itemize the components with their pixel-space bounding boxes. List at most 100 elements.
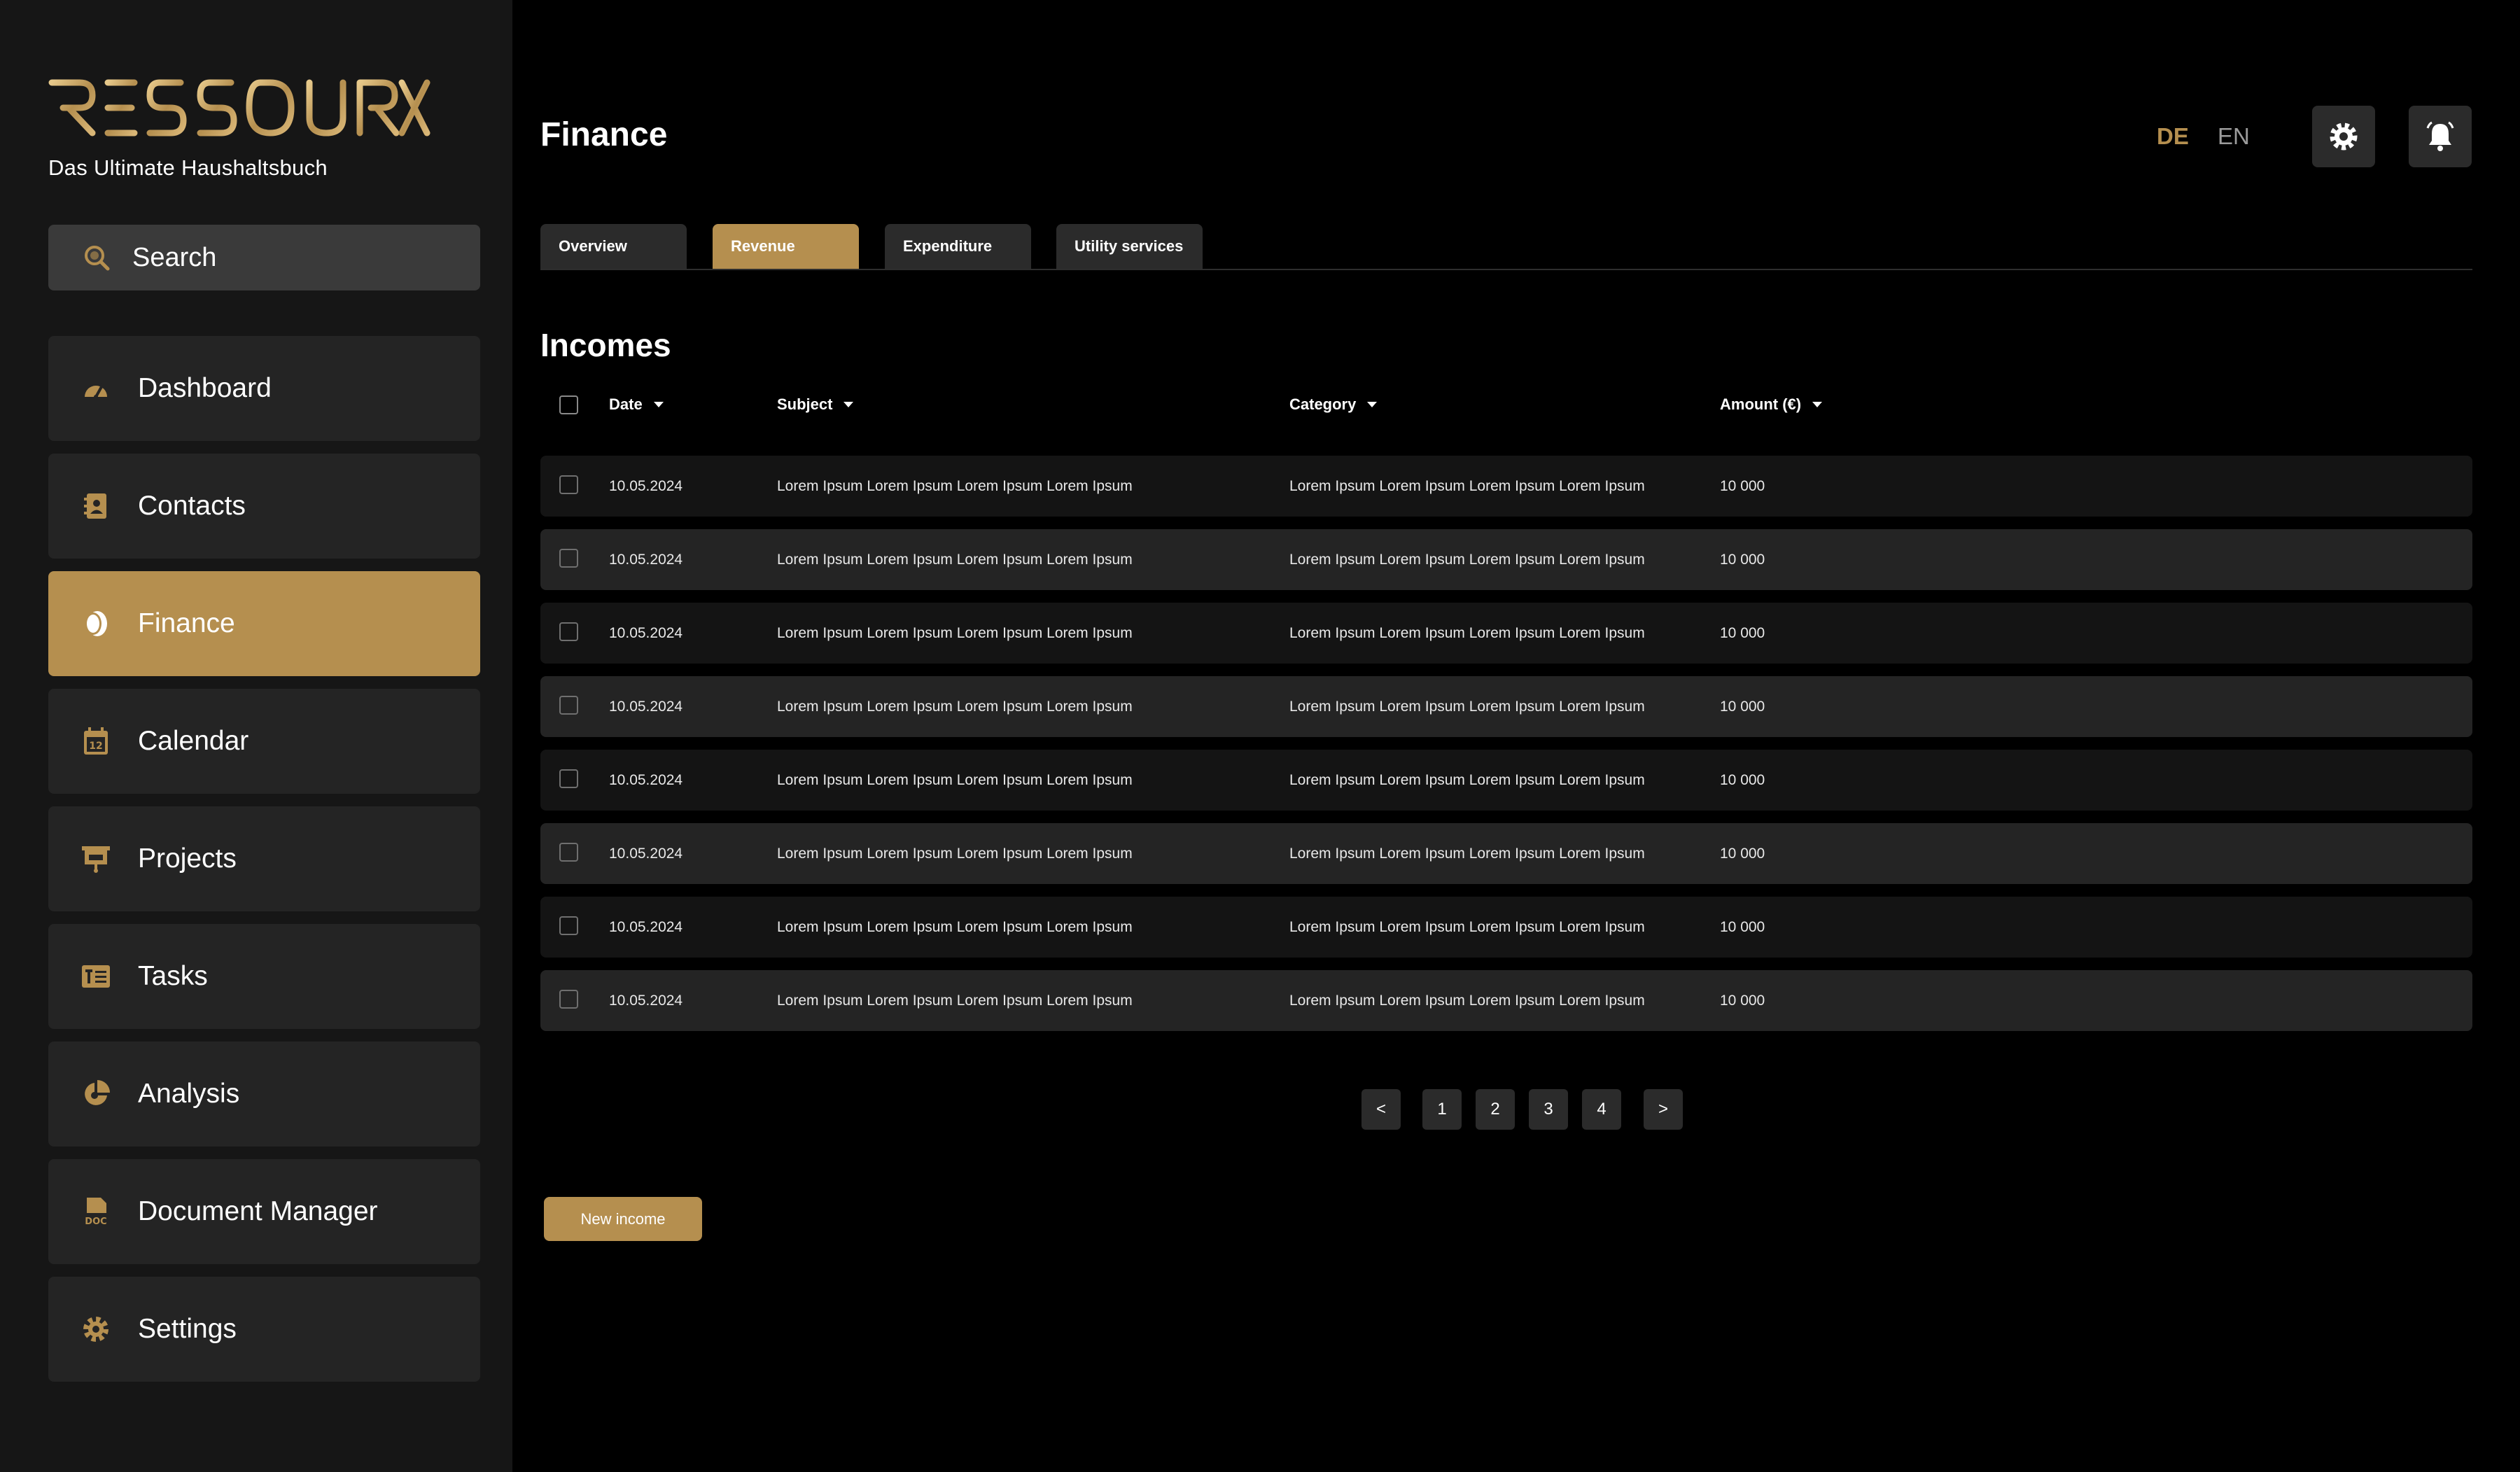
pagination-page-3[interactable]: 3 — [1529, 1089, 1568, 1130]
column-header-date[interactable]: Date — [609, 388, 664, 421]
cell-category: Lorem Ipsum Lorem Ipsum Lorem Ipsum Lore… — [1289, 699, 1645, 715]
sidebar-item-contacts[interactable]: Contacts — [48, 454, 480, 559]
table-row[interactable]: 10.05.2024 Lorem Ipsum Lorem Ipsum Lorem… — [540, 750, 2472, 811]
table-row[interactable]: 10.05.2024 Lorem Ipsum Lorem Ipsum Lorem… — [540, 823, 2472, 884]
table-row[interactable]: 10.05.2024 Lorem Ipsum Lorem Ipsum Lorem… — [540, 603, 2472, 664]
pagination-page-4[interactable]: 4 — [1582, 1089, 1621, 1130]
cell-subject: Lorem Ipsum Lorem Ipsum Lorem Ipsum Lore… — [777, 552, 1133, 568]
main-content: Finance DE EN Overview Revenue Expenditu… — [512, 0, 2520, 1472]
table-row[interactable]: 10.05.2024 Lorem Ipsum Lorem Ipsum Lorem… — [540, 897, 2472, 958]
tab-revenue[interactable]: Revenue — [713, 224, 859, 269]
sidebar-item-analysis[interactable]: Analysis — [48, 1042, 480, 1147]
cell-amount: 10 000 — [1720, 846, 1765, 862]
row-checkbox[interactable] — [559, 549, 578, 568]
sidebar-item-label: Analysis — [138, 1079, 240, 1109]
tasks-list-icon — [80, 961, 111, 992]
column-header-label: Date — [609, 395, 643, 413]
cell-category: Lorem Ipsum Lorem Ipsum Lorem Ipsum Lore… — [1289, 993, 1645, 1009]
cell-subject: Lorem Ipsum Lorem Ipsum Lorem Ipsum Lore… — [777, 993, 1133, 1009]
sidebar-item-label: Projects — [138, 843, 237, 874]
sidebar-item-document-manager[interactable]: DOC Document Manager — [48, 1159, 480, 1264]
sidebar-item-dashboard[interactable]: Dashboard — [48, 336, 480, 441]
row-checkbox[interactable] — [559, 475, 578, 494]
table-row[interactable]: 10.05.2024 Lorem Ipsum Lorem Ipsum Lorem… — [540, 529, 2472, 590]
dashboard-gauge-icon — [80, 373, 111, 404]
row-checkbox[interactable] — [559, 696, 578, 715]
notifications-button[interactable] — [2409, 106, 2472, 167]
tab-expenditure[interactable]: Expenditure — [885, 224, 1031, 269]
cell-category: Lorem Ipsum Lorem Ipsum Lorem Ipsum Lore… — [1289, 552, 1645, 568]
calendar-icon: 12 — [80, 726, 111, 757]
finance-coins-icon — [80, 608, 111, 639]
cell-amount: 10 000 — [1720, 772, 1765, 788]
cell-amount: 10 000 — [1720, 552, 1765, 568]
row-checkbox[interactable] — [559, 916, 578, 935]
sort-caret-icon — [653, 402, 664, 407]
cell-subject: Lorem Ipsum Lorem Ipsum Lorem Ipsum Lore… — [777, 625, 1133, 641]
row-checkbox[interactable] — [559, 843, 578, 862]
section-title: Incomes — [540, 327, 671, 363]
cell-date: 10.05.2024 — [609, 478, 683, 494]
row-checkbox[interactable] — [559, 622, 578, 641]
pagination-page-1[interactable]: 1 — [1422, 1089, 1462, 1130]
sidebar-item-calendar[interactable]: 12 Calendar — [48, 689, 480, 794]
cell-subject: Lorem Ipsum Lorem Ipsum Lorem Ipsum Lore… — [777, 846, 1133, 862]
language-en-toggle[interactable]: EN — [2218, 123, 2250, 150]
pagination-prev-button[interactable]: < — [1362, 1089, 1401, 1130]
cell-subject: Lorem Ipsum Lorem Ipsum Lorem Ipsum Lore… — [777, 478, 1133, 494]
cell-amount: 10 000 — [1720, 993, 1765, 1009]
sidebar-item-tasks[interactable]: Tasks — [48, 924, 480, 1029]
analysis-pie-icon — [80, 1079, 111, 1109]
finance-tabs: Overview Revenue Expenditure Utility ser… — [540, 224, 2472, 270]
sidebar-item-label: Tasks — [138, 961, 208, 991]
cell-date: 10.05.2024 — [609, 625, 683, 641]
cell-category: Lorem Ipsum Lorem Ipsum Lorem Ipsum Lore… — [1289, 625, 1645, 641]
cell-subject: Lorem Ipsum Lorem Ipsum Lorem Ipsum Lore… — [777, 772, 1133, 788]
sidebar-item-label: Finance — [138, 608, 235, 638]
tab-utility-services[interactable]: Utility services — [1056, 224, 1203, 269]
contacts-book-icon — [80, 491, 111, 521]
sidebar-item-settings[interactable]: Settings — [48, 1277, 480, 1382]
cell-category: Lorem Ipsum Lorem Ipsum Lorem Ipsum Lore… — [1289, 846, 1645, 862]
cell-amount: 10 000 — [1720, 699, 1765, 715]
pagination-page-2[interactable]: 2 — [1476, 1089, 1515, 1130]
cell-category: Lorem Ipsum Lorem Ipsum Lorem Ipsum Lore… — [1289, 478, 1645, 494]
column-header-label: Category — [1289, 395, 1357, 413]
settings-button[interactable] — [2312, 106, 2375, 167]
sort-caret-icon — [844, 402, 854, 407]
row-checkbox[interactable] — [559, 769, 578, 788]
table-row[interactable]: 10.05.2024 Lorem Ipsum Lorem Ipsum Lorem… — [540, 456, 2472, 517]
table-row[interactable]: 10.05.2024 Lorem Ipsum Lorem Ipsum Lorem… — [540, 676, 2472, 737]
row-checkbox[interactable] — [559, 990, 578, 1009]
sort-caret-icon — [1367, 402, 1378, 407]
language-de-toggle[interactable]: DE — [2157, 123, 2189, 150]
cell-date: 10.05.2024 — [609, 699, 683, 715]
sidebar-item-label: Contacts — [138, 491, 246, 521]
gear-icon — [2330, 122, 2358, 150]
column-header-category[interactable]: Category — [1289, 388, 1378, 421]
column-header-amount[interactable]: Amount (€) — [1720, 388, 1823, 421]
sidebar-item-label: Settings — [138, 1314, 237, 1344]
column-header-subject[interactable]: Subject — [777, 388, 854, 421]
search-bar[interactable]: Search — [48, 225, 480, 290]
pagination-next-button[interactable]: > — [1644, 1089, 1683, 1130]
table-header: Date Subject Category Amount (€) — [540, 388, 2472, 421]
cell-amount: 10 000 — [1720, 625, 1765, 641]
projects-board-icon — [80, 843, 111, 874]
column-header-label: Subject — [777, 395, 833, 413]
document-doc-icon: DOC — [80, 1196, 111, 1227]
cell-category: Lorem Ipsum Lorem Ipsum Lorem Ipsum Lore… — [1289, 919, 1645, 935]
tab-overview[interactable]: Overview — [540, 224, 687, 269]
search-label: Search — [132, 242, 217, 272]
select-all-checkbox[interactable] — [559, 395, 578, 414]
sort-caret-icon — [1812, 402, 1823, 407]
ressourx-logo — [48, 79, 430, 136]
sidebar-item-projects[interactable]: Projects — [48, 806, 480, 911]
sidebar-item-finance[interactable]: Finance — [48, 571, 480, 676]
sidebar: Das Ultimate Haushaltsbuch Search Dashbo… — [0, 0, 512, 1472]
new-income-button[interactable]: New income — [544, 1197, 702, 1241]
settings-gear-icon — [80, 1314, 111, 1345]
table-row[interactable]: 10.05.2024 Lorem Ipsum Lorem Ipsum Lorem… — [540, 970, 2472, 1031]
page-title: Finance — [540, 116, 668, 153]
cell-date: 10.05.2024 — [609, 846, 683, 862]
